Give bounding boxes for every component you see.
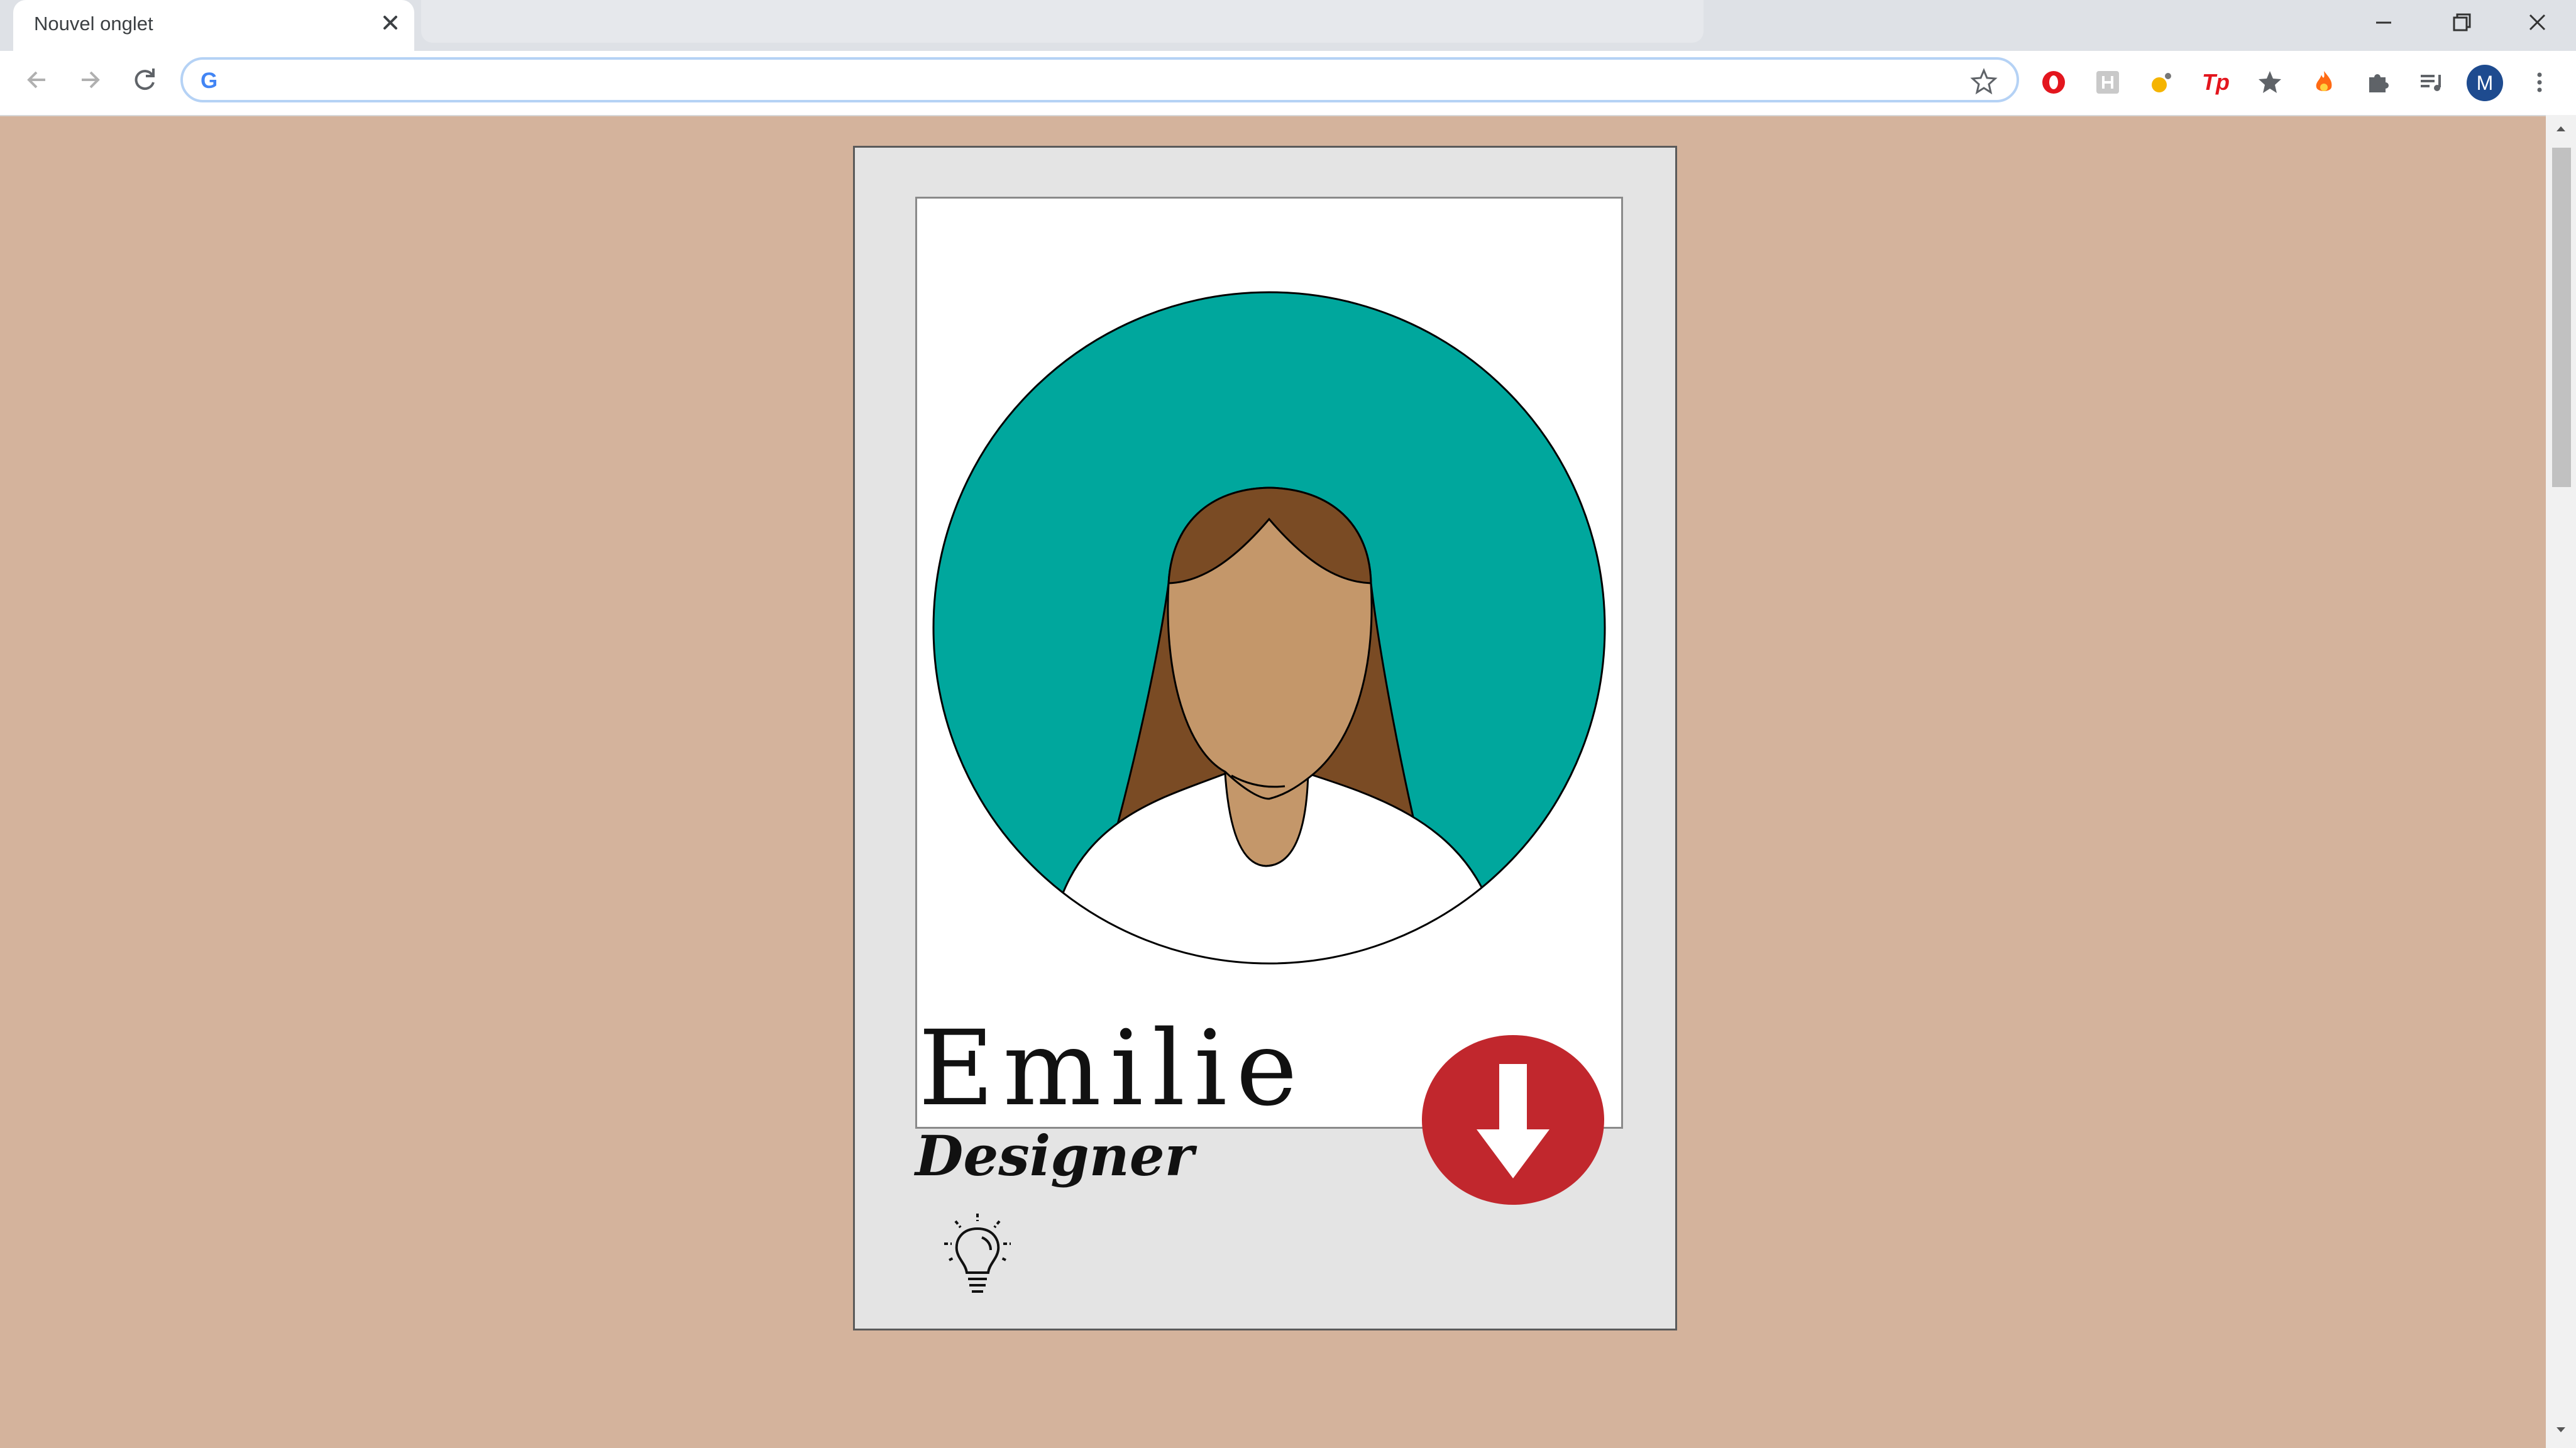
tab-strip-empty (421, 0, 1704, 43)
extension-weather-icon[interactable] (2143, 63, 2181, 101)
reload-icon[interactable] (126, 61, 163, 99)
profile-avatar[interactable]: M (2467, 65, 2503, 101)
scroll-down-icon[interactable] (2553, 1422, 2568, 1437)
kebab-menu-icon[interactable] (2521, 63, 2558, 101)
forward-icon[interactable] (72, 61, 109, 99)
google-icon: G (201, 69, 218, 93)
tab-active[interactable]: Nouvel onglet (13, 0, 414, 51)
tab-title: Nouvel onglet (34, 13, 153, 35)
profile-name: Emilie (918, 1008, 1306, 1129)
minimize-icon[interactable] (2345, 0, 2422, 45)
restore-icon[interactable] (2422, 0, 2499, 45)
portrait-frame (915, 197, 1623, 1129)
close-tab-icon[interactable] (377, 9, 404, 36)
profile-card: Emilie Designer (853, 146, 1677, 1330)
browser-toolbar: G Tp M (0, 51, 2576, 116)
puzzle-icon[interactable] (2359, 63, 2397, 101)
profile-role: Designer (915, 1123, 1194, 1188)
portrait-illustration (932, 291, 1606, 965)
bookmark-star-icon[interactable] (1970, 67, 1998, 95)
back-icon[interactable] (18, 61, 55, 99)
scroll-thumb[interactable] (2552, 148, 2571, 487)
opera-icon[interactable] (2035, 63, 2072, 101)
page-scrollbar[interactable] (2546, 115, 2576, 1448)
star-extension-icon[interactable] (2251, 63, 2289, 101)
extension-h-icon[interactable] (2089, 63, 2127, 101)
fire-extension-icon[interactable] (2305, 63, 2343, 101)
download-button[interactable] (1422, 1035, 1604, 1205)
lightbulb-icon (944, 1214, 1011, 1293)
media-queue-icon[interactable] (2413, 63, 2451, 101)
scroll-up-icon[interactable] (2553, 121, 2568, 136)
tab-strip: Nouvel onglet (0, 0, 2576, 51)
tp-icon[interactable]: Tp (2197, 63, 2235, 101)
address-input[interactable] (239, 66, 1939, 95)
close-window-icon[interactable] (2499, 0, 2576, 45)
address-bar[interactable]: G (180, 57, 2019, 102)
